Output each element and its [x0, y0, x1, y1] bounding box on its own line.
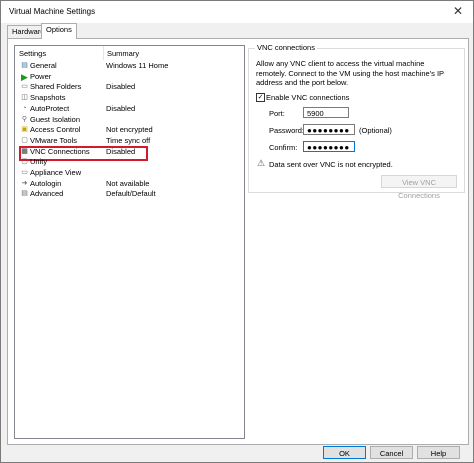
- list-item-power[interactable]: ▶ Power: [15, 72, 244, 83]
- vnc-warning-text: Data sent over VNC is not encrypted.: [269, 160, 393, 169]
- lock-icon: ▣: [21, 126, 28, 134]
- ok-button[interactable]: OK: [323, 446, 366, 459]
- advanced-icon: ▤: [21, 190, 28, 198]
- warning-icon: ⚠: [257, 158, 266, 168]
- close-icon[interactable]: ✕: [453, 4, 463, 18]
- cancel-button[interactable]: Cancel: [370, 446, 413, 459]
- list-item-autologin[interactable]: ➜ Autologin Not available: [15, 179, 244, 190]
- power-icon: ▶: [21, 72, 28, 81]
- column-header-settings[interactable]: Settings: [19, 49, 46, 58]
- vnc-connections-group: VNC connections Allow any VNC client to …: [248, 43, 465, 200]
- window-title: Virtual Machine Settings: [9, 7, 96, 16]
- appliance-view-icon: ▭: [21, 169, 28, 176]
- list-item-autoprotect[interactable]: ◔ AutoProtect Disabled: [15, 104, 244, 115]
- enable-vnc-checkbox[interactable]: ✓: [256, 93, 265, 102]
- shared-folders-icon: ▭: [21, 83, 28, 91]
- list-item-appliance-view[interactable]: ▭ Appliance View: [15, 168, 244, 179]
- confirm-input[interactable]: ●●●●●●●●: [303, 141, 355, 152]
- optional-label: (Optional): [359, 126, 392, 135]
- list-item-shared-folders[interactable]: ▭ Shared Folders Disabled: [15, 82, 244, 93]
- guest-isolation-icon: ⚲: [21, 115, 28, 123]
- group-title: VNC connections: [255, 43, 317, 52]
- title-bar: Virtual Machine Settings ✕: [1, 1, 473, 23]
- view-vnc-connections-button[interactable]: View VNC Connections: [381, 175, 457, 200]
- help-button[interactable]: Help: [417, 446, 460, 459]
- list-item-general[interactable]: ▤ General Windows 11 Home: [15, 61, 244, 72]
- column-header-summary[interactable]: Summary: [107, 49, 139, 58]
- vnc-connections-icon: ▦: [21, 147, 28, 155]
- autologin-icon: ➜: [21, 179, 28, 187]
- unity-icon: ▢: [21, 158, 28, 166]
- snapshots-icon: ◫: [21, 94, 28, 102]
- settings-list-header: Settings Summary: [15, 46, 244, 60]
- settings-list[interactable]: Settings Summary ▤ General Windows 11 Ho…: [14, 45, 245, 439]
- port-label: Port:: [269, 109, 285, 118]
- password-input[interactable]: ●●●●●●●●: [303, 124, 355, 135]
- general-icon: ▤: [21, 62, 28, 69]
- confirm-label: Confirm:: [269, 143, 298, 152]
- list-item-vnc-connections[interactable]: ▦ VNC Connections Disabled: [15, 145, 244, 161]
- list-item-unity[interactable]: ▢ Unity: [15, 157, 244, 168]
- vm-settings-window: Virtual Machine Settings ✕ Hardware Opti…: [0, 0, 474, 463]
- enable-vnc-label: Enable VNC connections: [266, 93, 350, 102]
- vmware-tools-icon: ▢: [21, 136, 28, 144]
- vnc-description: Allow any VNC client to access the virtu…: [256, 59, 444, 87]
- list-item-access-control[interactable]: ▣ Access Control Not encrypted: [15, 125, 244, 136]
- port-input[interactable]: 5900: [303, 107, 349, 118]
- options-panel: Settings Summary ▤ General Windows 11 Ho…: [7, 38, 469, 445]
- list-item-guest-isolation[interactable]: ⚲ Guest Isolation: [15, 115, 244, 126]
- list-item-snapshots[interactable]: ◫ Snapshots: [15, 93, 244, 104]
- autoprotect-icon: ◔: [22, 104, 27, 112]
- tab-options[interactable]: Options: [41, 23, 77, 39]
- password-label: Password:: [269, 126, 305, 135]
- list-item-advanced[interactable]: ▤ Advanced Default/Default: [15, 189, 244, 200]
